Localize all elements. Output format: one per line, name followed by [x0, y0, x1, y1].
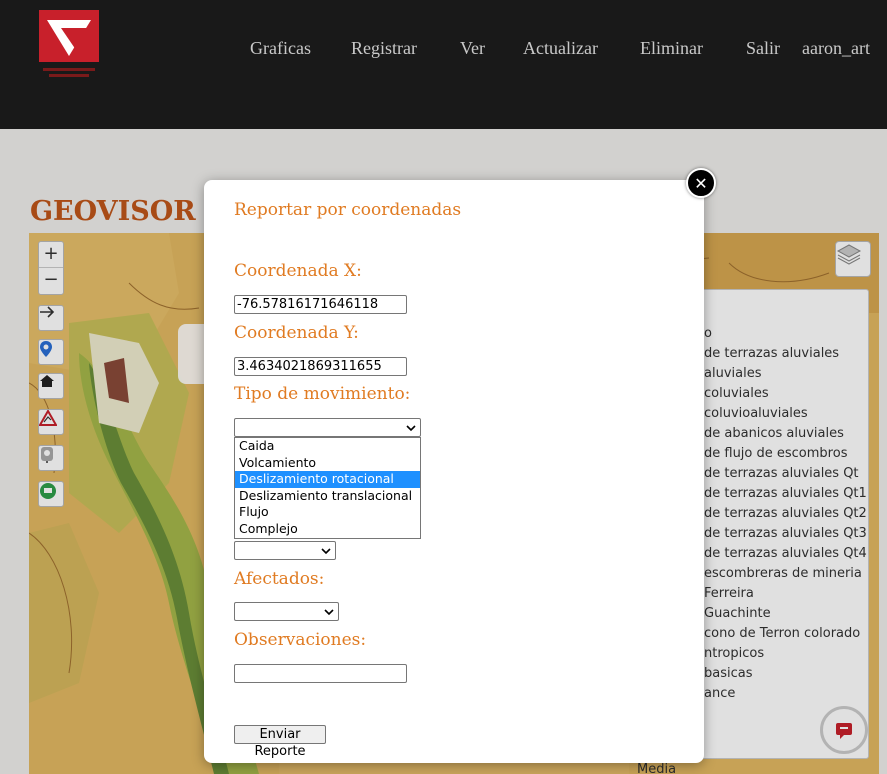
secondary-select[interactable]	[234, 541, 336, 560]
nav-eliminar[interactable]: Eliminar	[640, 38, 703, 59]
nav-actualizar[interactable]: Actualizar	[523, 38, 598, 59]
coord-x-label: Coordenada X:	[234, 261, 362, 281]
coord-y-input[interactable]: 3.4634021869311655	[234, 357, 407, 376]
affected-label: Afectados:	[234, 569, 325, 589]
modal-title: Reportar por coordenadas	[234, 200, 462, 220]
nav-salir[interactable]: Salir	[746, 38, 780, 59]
nav-username[interactable]: aaron_art	[802, 38, 870, 59]
top-navbar: Graficas Registrar Ver Actualizar Elimin…	[0, 0, 887, 129]
brand-logo[interactable]	[39, 10, 99, 82]
chevron-down-icon	[324, 609, 334, 616]
observations-label: Observaciones:	[234, 630, 367, 650]
chevron-down-icon	[321, 548, 331, 555]
movement-type-label: Tipo de movimiento:	[234, 384, 411, 404]
dropdown-option[interactable]: Flujo	[235, 504, 420, 521]
nav-ver[interactable]: Ver	[460, 38, 485, 59]
coord-x-input[interactable]: -76.57816171646118	[234, 295, 407, 314]
nav-graficas[interactable]: Graficas	[250, 38, 311, 59]
coord-y-label: Coordenada Y:	[234, 323, 359, 343]
close-icon[interactable]: ✕	[686, 168, 716, 198]
chevron-down-icon	[406, 425, 416, 432]
submit-report-button[interactable]: Enviar Reporte	[234, 725, 326, 759]
affected-select[interactable]	[234, 602, 339, 621]
dropdown-option[interactable]: Complejo	[235, 521, 420, 538]
nav-registrar[interactable]: Registrar	[351, 38, 417, 59]
movement-type-select[interactable]	[234, 418, 421, 437]
dropdown-option[interactable]: Caida	[235, 438, 420, 455]
dropdown-option[interactable]: Deslizamiento translacional	[235, 488, 420, 505]
movement-type-dropdown[interactable]: Caida Volcamiento Deslizamiento rotacion…	[234, 437, 421, 539]
dropdown-option-highlighted[interactable]: Deslizamiento rotacional	[235, 471, 420, 488]
dropdown-option[interactable]: Volcamiento	[235, 455, 420, 472]
observations-input[interactable]	[234, 664, 407, 683]
